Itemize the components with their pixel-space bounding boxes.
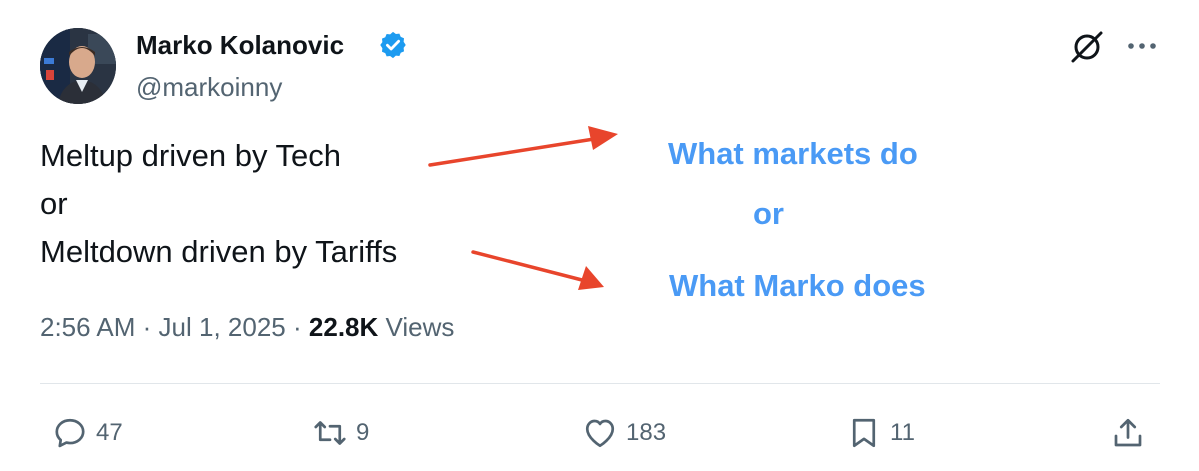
bookmark-count: 11	[890, 419, 915, 446]
tweet-time[interactable]: 2:56 AM	[40, 312, 135, 342]
views-label: Views	[385, 312, 455, 342]
annotation-arrow-bottom	[471, 250, 604, 290]
bookmark-button[interactable]: 11	[846, 413, 915, 453]
like-button[interactable]: 183	[582, 413, 666, 453]
tweet-text-line: Meltdown driven by Tariffs	[40, 234, 398, 269]
tweet-text-line: Meltup driven by Tech	[40, 138, 341, 173]
tweet-meta: 2:56 AM · Jul 1, 2025 · 22.8K Views	[40, 312, 454, 343]
avatar[interactable]	[40, 28, 116, 104]
reply-icon	[55, 418, 85, 448]
annotation-bottom: What Marko does	[669, 268, 926, 303]
meta-separator: ·	[293, 312, 302, 342]
tweet-date[interactable]: Jul 1, 2025	[159, 312, 286, 342]
tweet-text-line: or	[40, 186, 68, 221]
views-count: 22.8K	[308, 312, 379, 342]
repost-count: 9	[356, 419, 370, 446]
heart-icon	[585, 419, 615, 448]
annotation-middle: or	[753, 196, 784, 231]
author-handle[interactable]: @markoinny	[136, 72, 282, 103]
reply-count: 47	[96, 419, 123, 446]
like-count: 183	[626, 419, 667, 446]
bookmark-icon	[852, 418, 876, 448]
meta-separator: ·	[142, 312, 152, 342]
grok-icon[interactable]	[1068, 28, 1106, 66]
repost-button[interactable]: 9	[312, 413, 369, 453]
annotation-arrow-top	[428, 126, 618, 167]
share-icon	[1114, 418, 1142, 447]
divider	[40, 383, 1160, 384]
repost-icon	[314, 421, 346, 445]
author-name[interactable]: Marko Kolanovic	[136, 30, 344, 61]
reply-button[interactable]: 47	[52, 413, 123, 453]
verified-badge-icon	[380, 31, 406, 59]
tweet-card: Marko Kolanovic @markoinny Meltup driven…	[0, 0, 1199, 471]
annotation-top: What markets do	[668, 136, 918, 171]
share-button[interactable]	[1110, 413, 1146, 453]
more-icon[interactable]	[1124, 34, 1160, 58]
